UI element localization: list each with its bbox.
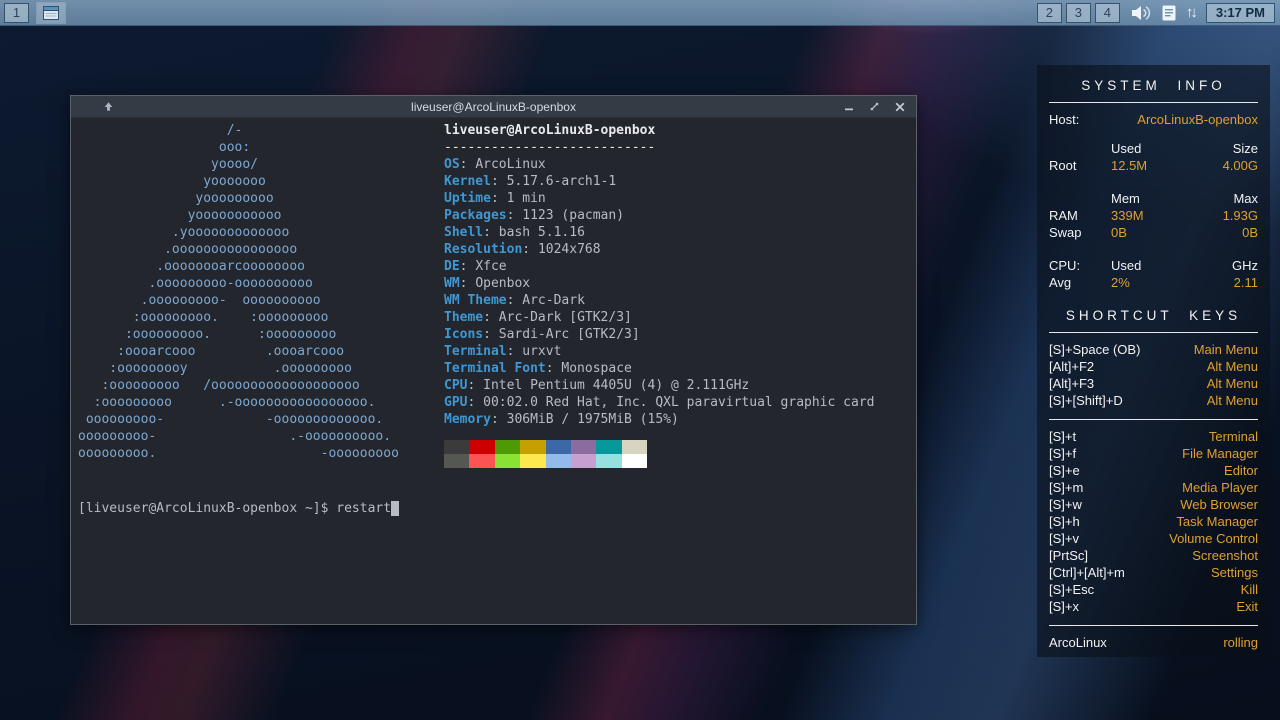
neofetch-line: Resolution: 1024x768 — [444, 241, 874, 258]
workspace-button-1[interactable]: 1 — [4, 3, 29, 23]
palette-swatch — [596, 454, 621, 468]
neofetch-line: Icons: Sardi-Arc [GTK2/3] — [444, 326, 874, 343]
cpu-row: Avg2%2.11 — [1049, 274, 1258, 291]
text-cursor — [391, 501, 399, 516]
neofetch-line: OS: ArcoLinux — [444, 156, 874, 173]
shortcut-row: [Ctrl]+[Alt]+mSettings — [1049, 564, 1258, 581]
neofetch-line: Uptime: 1 min — [444, 190, 874, 207]
shortcut-row: [PrtSc]Screenshot — [1049, 547, 1258, 564]
shortcut-row: [S]+wWeb Browser — [1049, 496, 1258, 513]
workspace-button-4[interactable]: 4 — [1095, 3, 1120, 23]
neofetch-line: WM Theme: Arc-Dark — [444, 292, 874, 309]
neofetch-underline: --------------------------- — [444, 139, 874, 156]
panel-clock[interactable]: 3:17 PM — [1206, 3, 1275, 23]
palette-swatch — [495, 454, 520, 468]
volume-icon[interactable] — [1130, 4, 1152, 22]
conky-system-panel: SYSTEM INFO Host: ArcoLinuxB-openbox Use… — [1037, 65, 1270, 657]
host-row: Host: ArcoLinuxB-openbox — [1049, 111, 1258, 128]
neofetch-line: Packages: 1123 (pacman) — [444, 207, 874, 224]
palette-swatch — [571, 454, 596, 468]
palette-swatch — [469, 454, 494, 468]
neofetch-line: GPU: 00:02.0 Red Hat, Inc. QXL paravirtu… — [444, 394, 874, 411]
shortcut-row: [S]+vVolume Control — [1049, 530, 1258, 547]
terminal-screen[interactable]: /- ooo: yoooo/ yooooooo yooooooooo yoooo… — [71, 118, 916, 625]
neofetch-line: Memory: 306MiB / 1975MiB (15%) — [444, 411, 874, 428]
shortcut-row: [S]+[Shift]+DAlt Menu — [1049, 392, 1258, 409]
shortcut-row: [S]+hTask Manager — [1049, 513, 1258, 530]
palette-swatch — [495, 440, 520, 454]
workspace-button-3[interactable]: 3 — [1066, 3, 1091, 23]
disk-header-row: UsedSize — [1049, 140, 1258, 157]
neofetch-line: Theme: Arc-Dark [GTK2/3] — [444, 309, 874, 326]
distro-footer-row: ArcoLinux rolling — [1049, 634, 1258, 651]
maximize-button[interactable] — [869, 101, 880, 112]
shortcut-row: [S]+fFile Manager — [1049, 445, 1258, 462]
palette-swatch — [622, 440, 647, 454]
minimize-button[interactable] — [844, 102, 854, 112]
neofetch-line: Terminal: urxvt — [444, 343, 874, 360]
divider — [1049, 102, 1258, 103]
palette-swatch — [546, 440, 571, 454]
neofetch-ascii-logo: /- ooo: yoooo/ yooooooo yooooooooo yoooo… — [78, 122, 444, 468]
palette-swatch — [546, 454, 571, 468]
neofetch-line: DE: Xfce — [444, 258, 874, 275]
palette-swatch — [520, 440, 545, 454]
window-title: liveuser@ArcoLinuxB-openbox — [411, 100, 576, 114]
window-titlebar[interactable]: liveuser@ArcoLinuxB-openbox — [71, 96, 916, 118]
palette-swatch — [444, 454, 469, 468]
palette-swatch — [520, 454, 545, 468]
shortcut-row: [S]+EscKill — [1049, 581, 1258, 598]
shortcut-row: [Alt]+F2Alt Menu — [1049, 358, 1258, 375]
window-menu-icon[interactable] — [80, 102, 90, 112]
shortcut-row: [S]+mMedia Player — [1049, 479, 1258, 496]
neofetch-userhost: liveuser@ArcoLinuxB-openbox — [444, 122, 874, 139]
palette-swatch — [469, 440, 494, 454]
close-button[interactable] — [895, 102, 905, 112]
swap-row: Swap0B0B — [1049, 224, 1258, 241]
neofetch-info: liveuser@ArcoLinuxB-openbox ------------… — [444, 122, 874, 468]
shell-prompt[interactable]: [liveuser@ArcoLinuxB-openbox ~]$ restart — [78, 500, 399, 517]
neofetch-line: Terminal Font: Monospace — [444, 360, 874, 377]
shortcut-row: [S]+eEditor — [1049, 462, 1258, 479]
shade-window-icon[interactable] — [103, 101, 114, 112]
mem-header-row: MemMax — [1049, 190, 1258, 207]
terminal-color-palette — [444, 440, 874, 468]
neofetch-line: Shell: bash 5.1.16 — [444, 224, 874, 241]
system-tray: ↑↓ — [1130, 4, 1195, 22]
neofetch-line: WM: Openbox — [444, 275, 874, 292]
shortcut-row: [S]+Space (OB)Main Menu — [1049, 341, 1258, 358]
disk-row: Root12.5M4.00G — [1049, 157, 1258, 174]
divider — [1049, 625, 1258, 626]
palette-swatch — [622, 454, 647, 468]
terminal-window: liveuser@ArcoLinuxB-openbox /- ooo: yooo — [70, 95, 917, 625]
shortcut-row: [Alt]+F3Alt Menu — [1049, 375, 1258, 392]
shortcut-keys-title: SHORTCUT KEYS — [1049, 307, 1258, 324]
workspace-button-2[interactable]: 2 — [1037, 3, 1062, 23]
palette-swatch — [444, 440, 469, 454]
taskbar-panel: 1 2 3 4 ↑↓ 3:17 PM — [0, 0, 1280, 26]
shortcut-row: [S]+xExit — [1049, 598, 1258, 615]
shortcut-row: [S]+tTerminal — [1049, 428, 1258, 445]
palette-swatch — [596, 440, 621, 454]
divider — [1049, 419, 1258, 420]
network-traffic-icon[interactable]: ↑↓ — [1186, 5, 1195, 20]
neofetch-line: Kernel: 5.17.6-arch1-1 — [444, 173, 874, 190]
neofetch-line: CPU: Intel Pentium 4405U (4) @ 2.111GHz — [444, 377, 874, 394]
divider — [1049, 332, 1258, 333]
taskbar-window-button[interactable] — [36, 2, 66, 24]
window-icon — [43, 6, 59, 20]
system-info-title: SYSTEM INFO — [1049, 77, 1258, 94]
palette-swatch — [571, 440, 596, 454]
clipboard-icon[interactable] — [1161, 4, 1177, 22]
ram-row: RAM339M1.93G — [1049, 207, 1258, 224]
cpu-header-row: CPU:UsedGHz — [1049, 257, 1258, 274]
